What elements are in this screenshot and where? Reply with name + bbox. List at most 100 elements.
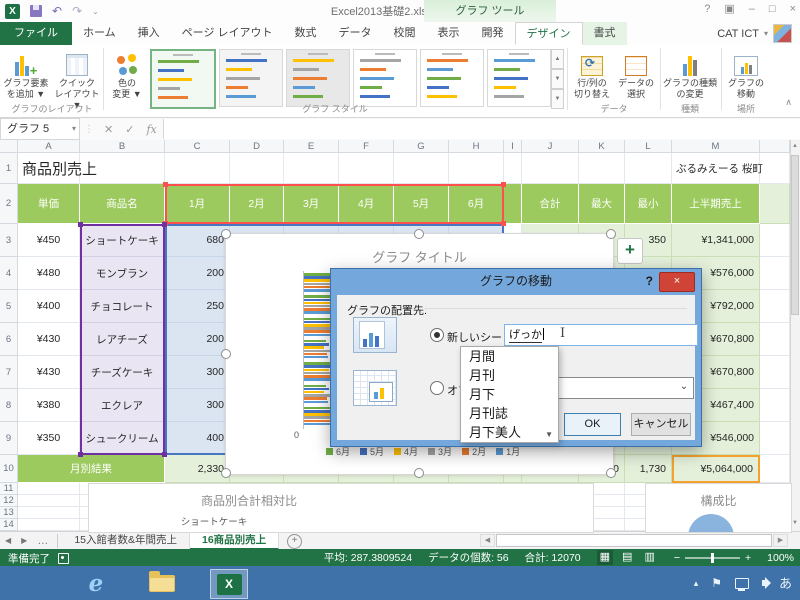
cell-jan-8[interactable]: 300 (165, 389, 230, 422)
cell-G1[interactable] (394, 153, 449, 184)
chart-selection-handle-0[interactable] (221, 229, 231, 239)
chart-style-thumbnail-4[interactable] (353, 49, 417, 107)
cell-monthly-jan[interactable]: 2,330 (165, 455, 230, 483)
cell-C1[interactable] (165, 153, 230, 184)
cell-product-8[interactable]: エクレア (80, 389, 165, 422)
cell-J1[interactable] (522, 153, 579, 184)
add-chart-element-button[interactable]: + グラフ要素 を追加 ▼ (2, 48, 50, 110)
gallery-down-icon[interactable]: ▼ (551, 69, 564, 89)
account-area[interactable]: CAT ICT ▾ (717, 22, 792, 45)
tab-4[interactable]: 数式 (284, 22, 328, 45)
cell-product-9[interactable]: シュークリーム (80, 422, 165, 455)
change-colors-button[interactable]: 色の 変更 ▼ (106, 48, 148, 110)
cell-jan-7[interactable]: 300 (165, 356, 230, 389)
ok-button[interactable]: OK (564, 413, 621, 436)
quick-layout-button[interactable]: クイック レイアウト ▼ (52, 48, 102, 110)
chart-style-thumbnail-2[interactable] (219, 49, 283, 107)
cell-N4[interactable] (760, 257, 790, 290)
dialog-help-icon[interactable]: ? (646, 274, 653, 288)
bar-レアチーズ-4月[interactable] (304, 346, 324, 349)
cell-A2[interactable]: 単価 (18, 184, 80, 224)
bar-チョコレート-2月[interactable] (304, 375, 333, 378)
collapse-ribbon-icon[interactable]: ∧ (785, 97, 792, 108)
insert-function-icon[interactable]: fx (146, 123, 156, 136)
horizontal-scrollbar[interactable]: ◀ ▶ (480, 534, 788, 547)
vscroll-down-icon[interactable]: ▼ (791, 518, 799, 529)
cell-L2[interactable]: 最小 (625, 184, 672, 224)
vscroll-up-icon[interactable]: ▲ (791, 141, 799, 152)
ime-candidate-2[interactable]: 月刊 (461, 366, 558, 385)
switch-row-column-button[interactable]: ⟳ 行/列の 切り替え (571, 48, 613, 110)
column-header-A[interactable]: A (18, 140, 80, 153)
cell-note-M1[interactable]: ぶるみえーる 桜町 (672, 153, 790, 184)
column-header-K[interactable]: K (579, 140, 625, 153)
chart-style-thumbnail-6[interactable] (487, 49, 551, 107)
move-chart-button[interactable]: グラフの 移動 (725, 48, 767, 110)
chart-selection-handle-1[interactable] (414, 229, 424, 239)
formula-input[interactable] (163, 119, 800, 139)
row-header-3[interactable]: 3 (0, 224, 18, 257)
cell-half-3[interactable]: ¥1,341,000 (672, 224, 760, 257)
view-page-break-icon[interactable]: ▥ (641, 550, 657, 565)
row-header-4[interactable]: 4 (0, 257, 18, 290)
chart-categories-range-handle[interactable] (162, 222, 167, 227)
column-header-M[interactable]: M (672, 140, 760, 153)
formula-cancel-icon[interactable]: ✕ (104, 123, 113, 136)
vscroll-thumb[interactable] (791, 155, 799, 315)
zoom-slider[interactable] (685, 557, 740, 559)
cell-N10[interactable] (760, 455, 790, 483)
ime-candidate-1[interactable]: 月間 (461, 347, 558, 366)
cell-month-5月[interactable]: 5月 (394, 184, 449, 224)
bar-モンブラン-2月[interactable] (304, 397, 327, 400)
chart-series-range-handle[interactable] (163, 182, 168, 187)
select-all-corner[interactable] (0, 140, 18, 153)
hscroll-thumb[interactable] (496, 534, 772, 547)
bar-モンブラン-5月[interactable] (304, 388, 329, 391)
bar-モンブラン-6月[interactable] (304, 385, 326, 388)
close-icon[interactable]: × (790, 3, 796, 15)
cell-E1[interactable] (284, 153, 339, 184)
cell-N6[interactable] (760, 323, 790, 356)
cell-product-5[interactable]: チョコレート (80, 290, 165, 323)
chart-style-thumbnail-5[interactable] (420, 49, 484, 107)
cell-L1[interactable] (625, 153, 672, 184)
ime-candidate-5[interactable]: 月下美人 (461, 423, 558, 442)
tray-network-icon[interactable] (735, 578, 749, 589)
zoom-out-icon[interactable]: − (674, 552, 680, 564)
bar-レアチーズ-6月[interactable] (304, 340, 326, 343)
column-header-B[interactable]: B (80, 140, 165, 153)
cell-I2[interactable] (504, 184, 522, 224)
column-header-G[interactable]: G (394, 140, 449, 153)
cell-price-3[interactable]: ¥450 (18, 224, 80, 257)
sheet-nav-more-icon[interactable]: … (32, 532, 53, 550)
column-header-I[interactable]: I (504, 140, 522, 153)
cancel-button[interactable]: キャンセル (631, 413, 691, 436)
cell-price-8[interactable]: ¥380 (18, 389, 80, 422)
cell-A13[interactable] (18, 507, 80, 519)
cell-M2[interactable]: 上半期売上 (672, 184, 760, 224)
chart-title[interactable]: グラフ タイトル (226, 247, 613, 266)
column-header-E[interactable]: E (284, 140, 339, 153)
tab-6[interactable]: 校閲 (383, 22, 427, 45)
cell-title-A1[interactable]: 商品別売上 (18, 153, 164, 184)
cell-jan-4[interactable]: 200 (165, 257, 230, 290)
row-header-5[interactable]: 5 (0, 290, 18, 323)
cell-A11[interactable] (18, 483, 80, 495)
cell-month-6月[interactable]: 6月 (449, 184, 504, 224)
formula-enter-icon[interactable]: ✓ (125, 123, 134, 136)
tab-8[interactable]: 開発 (471, 22, 515, 45)
cell-month-3月[interactable]: 3月 (284, 184, 339, 224)
tray-action-center-icon[interactable]: ⚑ (711, 577, 722, 589)
sheet-nav-right-icon[interactable]: ▶ (16, 532, 32, 550)
tab-7[interactable]: 表示 (427, 22, 471, 45)
chart-style-thumbnail-1[interactable] (150, 49, 216, 109)
bar-チョコレート-6月[interactable] (304, 362, 331, 365)
row-header-11[interactable]: 11 (0, 483, 18, 495)
cell-price-4[interactable]: ¥480 (18, 257, 80, 290)
select-data-button[interactable]: データの 選択 (615, 48, 657, 110)
row-header-13[interactable]: 13 (0, 507, 18, 519)
cell-J2[interactable]: 合計 (522, 184, 579, 224)
relative-comparison-chart[interactable]: 商品別合計相対比 ショートケーキ (88, 483, 594, 533)
minimize-icon[interactable]: – (749, 3, 755, 15)
tray-show-hidden-icon[interactable]: ▴ (694, 579, 699, 588)
